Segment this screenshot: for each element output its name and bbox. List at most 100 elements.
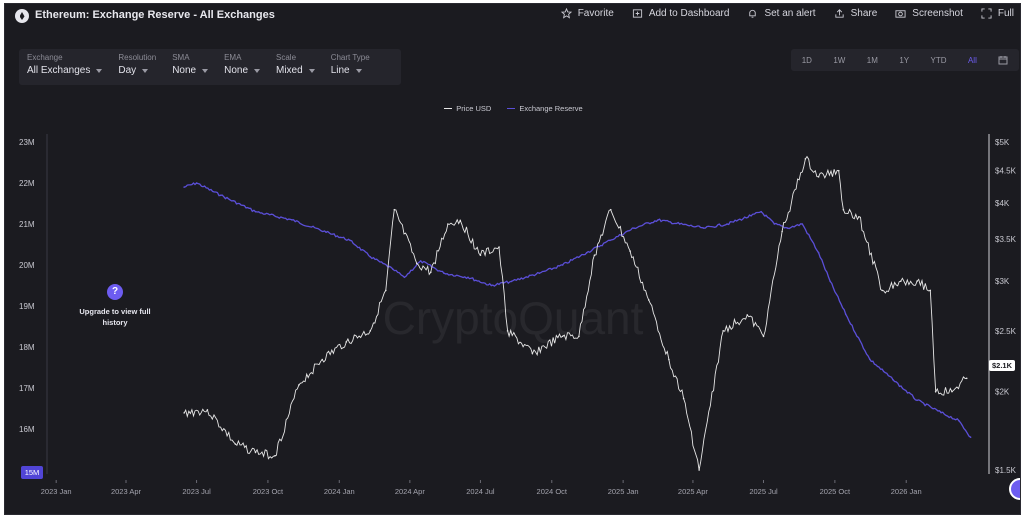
price-point [916,280,918,282]
y-right-tick-label: $5K [995,138,1010,147]
upgrade-text-line1: Upgrade to view full [79,307,151,316]
chart-plot[interactable]: CryptoQuant 23M 22M 21M 20M 19M 18M 17M 16M $5K $4… [5,4,1021,515]
x-tick-label: 2024 Oct [537,487,568,496]
y-right-tick-label: $2K [995,388,1010,397]
y-right-tick-label: $4.5K [995,167,1017,176]
price-point [254,451,257,454]
price-point [506,330,509,332]
price-point [393,208,396,211]
reserve-point [291,219,293,221]
reserve-point [510,280,513,283]
reserve-point [538,272,541,275]
x-tick-label: 2026 Jan [891,487,922,496]
price-point [206,409,209,411]
price-point [746,314,749,316]
reserve-point [183,186,185,188]
price-point [459,219,462,222]
y-right-tick-label: $2.5K [995,327,1017,336]
reserve-point [786,227,789,229]
price-point [951,390,953,393]
price-point [321,358,324,361]
x-tick-label: 2023 Apr [111,487,142,496]
reserve-point [391,268,394,270]
reserve-point [195,182,198,184]
price-point [447,223,449,225]
price-point [858,215,860,218]
price-point [965,377,968,380]
price-point [429,271,432,274]
reserve-point [916,399,918,402]
y-left-tick-label: 17M [19,384,35,393]
price-point [593,254,596,256]
reserve-point [325,231,327,233]
price-point [274,455,276,457]
price-point [881,289,883,292]
price-point [609,208,612,211]
price-point [498,246,500,248]
reserve-point [369,256,372,258]
reserve-point [773,223,776,225]
reserve-point [219,194,222,197]
reserve-point [868,358,871,361]
left-axis-min-marker: 15M [21,466,43,479]
price-point [781,230,783,233]
price-point [668,358,670,361]
price-point [183,412,185,414]
y-left-tick-label: 16M [19,425,35,434]
reserve-point [844,313,847,316]
y-right-tick-label: $1.5K [995,466,1017,475]
y-left-tick-label: 21M [19,220,35,229]
price-point [929,289,932,292]
reserve-point [609,239,611,242]
reserve-point [726,223,728,225]
price-point [804,158,807,160]
price-point [934,390,937,393]
reserve-point [443,272,445,275]
reserve-point [702,227,705,229]
reserve-point [829,280,832,283]
x-tick-label: 2024 Jul [466,487,495,496]
y-right-tick-label: $4K [995,199,1010,208]
price-point [385,289,387,292]
reserve-point [633,227,635,229]
price-point [416,262,418,265]
x-tick-label: 2025 Jan [608,487,639,496]
reserve-point [349,239,351,242]
y-left-tick-label: 20M [19,261,35,270]
chart-window: Ethereum: Exchange Reserve - All Exchang… [4,3,1021,515]
reserve-point [254,210,257,213]
price-point [647,299,650,301]
price-point [345,341,348,343]
x-tick-label: 2025 Jul [749,487,778,496]
reserve-point [760,210,762,213]
price-point [722,330,724,332]
reserve-point [958,420,960,422]
reserve-point [419,260,422,262]
x-tick-label: 2025 Oct [820,487,851,496]
current-price-label: $2.1K [989,360,1016,371]
reserve-point [940,411,942,414]
y-left-tick-label: 23M [19,138,35,147]
price-point [899,280,902,282]
price-point [762,335,765,338]
reserve-point [678,223,681,225]
upgrade-prompt[interactable]: ? Upgrade to view full history [69,284,161,328]
reserve-point [892,379,894,381]
price-point [298,384,300,386]
upgrade-text-line2: history [102,318,128,327]
price-point [698,469,700,471]
x-tick-label: 2023 Jan [41,487,72,496]
x-tick-label: 2023 Jul [182,487,211,496]
reserve-point [969,436,972,439]
watermark-text: CryptoQuant [383,292,644,344]
price-point [234,443,237,445]
price-point [837,169,840,172]
y-left-tick-label: 18M [19,343,35,352]
x-tick-label: 2024 Apr [395,487,426,496]
reserve-point [817,251,820,254]
price-point [578,335,580,338]
price-point [629,250,631,252]
x-tick-label: 2024 Jan [324,487,355,496]
price-point [531,352,534,355]
reserve-point [585,251,588,254]
